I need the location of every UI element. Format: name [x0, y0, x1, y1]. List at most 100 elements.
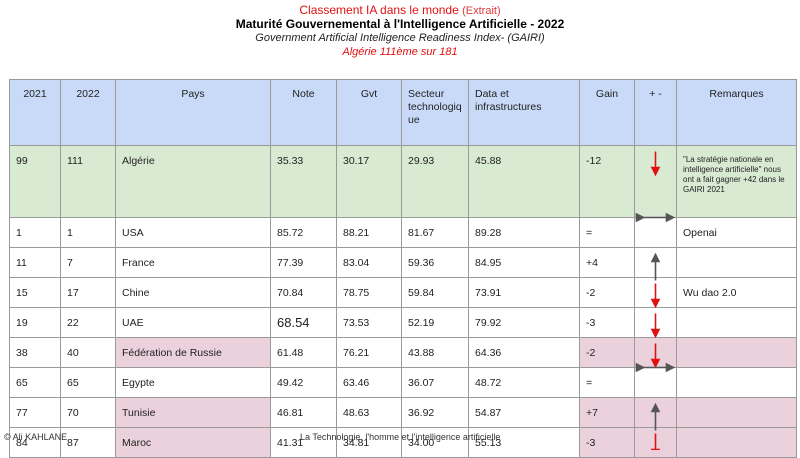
cell-y2022: 70	[60, 397, 116, 428]
table-row: 19 22 UAE 68.54 73.53 52.19 79.92 -3	[9, 307, 797, 338]
cell-data: 84.95	[468, 247, 580, 278]
cell-data: 73.91	[468, 277, 580, 308]
cell-data: 89.28	[468, 217, 580, 248]
cell-y2022: 22	[60, 307, 116, 338]
cell-note: 35.33	[270, 145, 337, 218]
cell-y2021: 38	[9, 337, 61, 368]
header-line-1: Classement IA dans le monde (Extrait)	[0, 3, 800, 17]
cell-pays: Maroc	[115, 427, 271, 458]
trend-cell	[634, 367, 677, 398]
col-secteur: Secteur technologiq ue	[401, 79, 469, 146]
cell-pays: Chine	[115, 277, 271, 308]
cell-gvt: 30.17	[336, 145, 402, 218]
cell-y2021: 65	[9, 367, 61, 398]
cell-note: 70.84	[270, 277, 337, 308]
cell-gain: -2	[579, 277, 635, 308]
cell-secteur: 59.84	[401, 277, 469, 308]
cell-secteur: 52.19	[401, 307, 469, 338]
header-title: Classement IA dans le monde	[299, 3, 459, 17]
cell-y2021: 15	[9, 277, 61, 308]
cell-gvt: 48.63	[336, 397, 402, 428]
header-line-2: Maturité Gouvernemental à l'Intelligence…	[235, 17, 565, 31]
cell-secteur: 81.67	[401, 217, 469, 248]
trend-cell	[634, 397, 677, 428]
cell-data: 48.72	[468, 367, 580, 398]
cell-gain: -3	[579, 427, 635, 458]
cell-pays: Algérie	[115, 145, 271, 218]
table-row: 99 111 Algérie 35.33 30.17 29.93 45.88 -12 "La s…	[9, 145, 797, 218]
cell-note: 68.54	[270, 307, 337, 338]
cell-pays: Tunisie	[115, 397, 271, 428]
cell-gvt: 88.21	[336, 217, 402, 248]
footer-subtitle: La Technologie, l'homme et l'intelligenc…	[300, 432, 501, 442]
cell-pays: UAE	[115, 307, 271, 338]
cell-y2021: 1	[9, 217, 61, 248]
cell-gvt: 73.53	[336, 307, 402, 338]
col-pays: Pays	[115, 79, 271, 146]
cell-gain: +7	[579, 397, 635, 428]
col-plusminus: + -	[634, 79, 677, 146]
cell-gain: -2	[579, 337, 635, 368]
col-2022: 2022	[60, 79, 116, 146]
header-line-4: Algérie 111ème sur 181	[342, 46, 458, 58]
cell-y2021: 11	[9, 247, 61, 278]
col-2021: 2021	[9, 79, 61, 146]
table-row: 15 17 Chine 70.84 78.75 59.84 73.91 -2 Wu dao 2.…	[9, 277, 797, 308]
cell-y2022: 65	[60, 367, 116, 398]
cell-remarque	[676, 427, 797, 458]
trend-cell	[634, 337, 677, 368]
cell-note: 77.39	[270, 247, 337, 278]
cell-gain: =	[579, 367, 635, 398]
header-line-3: Government Artificial Intelligence Readi…	[255, 32, 545, 44]
cell-secteur: 36.92	[401, 397, 469, 428]
cell-gvt: 76.21	[336, 337, 402, 368]
trend-cell	[634, 277, 677, 308]
cell-y2022: 7	[60, 247, 116, 278]
cell-data: 54.87	[468, 397, 580, 428]
table-row: 65 65 Egypte 49.42 63.46 36.07 48.72 =	[9, 367, 797, 398]
cell-note: 46.81	[270, 397, 337, 428]
col-data: Data et infrastructures	[468, 79, 580, 146]
trend-cell	[634, 247, 677, 278]
cell-secteur: 43.88	[401, 337, 469, 368]
table-header-row: 2021 2022 Pays Note Gvt Secteur technolo…	[9, 79, 797, 146]
cell-gain: =	[579, 217, 635, 248]
header-extract: (Extrait)	[462, 5, 501, 17]
cell-remarque	[676, 307, 797, 338]
trend-cell	[634, 307, 677, 338]
cell-data: 45.88	[468, 145, 580, 218]
cell-gain: -3	[579, 307, 635, 338]
trend-cell	[634, 145, 677, 218]
trend-cell	[634, 217, 677, 248]
cell-data: 79.92	[468, 307, 580, 338]
table-row: 1 1 USA 85.72 88.21 81.67 89.28 = Openai	[9, 217, 797, 248]
cell-gain: -12	[579, 145, 635, 218]
col-remarques: Remarques	[676, 79, 797, 146]
cell-remarque	[676, 247, 797, 278]
cell-note: 85.72	[270, 217, 337, 248]
col-gain: Gain	[579, 79, 635, 146]
cell-y2022: 111	[60, 145, 116, 218]
cell-gvt: 78.75	[336, 277, 402, 308]
cell-gvt: 83.04	[336, 247, 402, 278]
cell-y2022: 40	[60, 337, 116, 368]
cell-y2022: 1	[60, 217, 116, 248]
col-note: Note	[270, 79, 337, 146]
cell-y2022: 87	[60, 427, 116, 458]
cell-pays: Egypte	[115, 367, 271, 398]
ranking-table: 2021 2022 Pays Note Gvt Secteur technolo…	[9, 79, 797, 458]
trend-cell	[634, 427, 677, 458]
cell-gvt: 63.46	[336, 367, 402, 398]
cell-y2022: 17	[60, 277, 116, 308]
cell-note: 61.48	[270, 337, 337, 368]
cell-remarque: Openai	[676, 217, 797, 248]
footer-author: © Ali KAHLANE	[4, 432, 68, 442]
cell-pays: France	[115, 247, 271, 278]
cell-pays: Fédération de Russie	[115, 337, 271, 368]
table-row: 77 70 Tunisie 46.81 48.63 36.92 54.87 +7	[9, 397, 797, 428]
cell-data: 64.36	[468, 337, 580, 368]
cell-remarque	[676, 337, 797, 368]
cell-pays: USA	[115, 217, 271, 248]
cell-secteur: 36.07	[401, 367, 469, 398]
cell-remarque: Wu dao 2.0	[676, 277, 797, 308]
